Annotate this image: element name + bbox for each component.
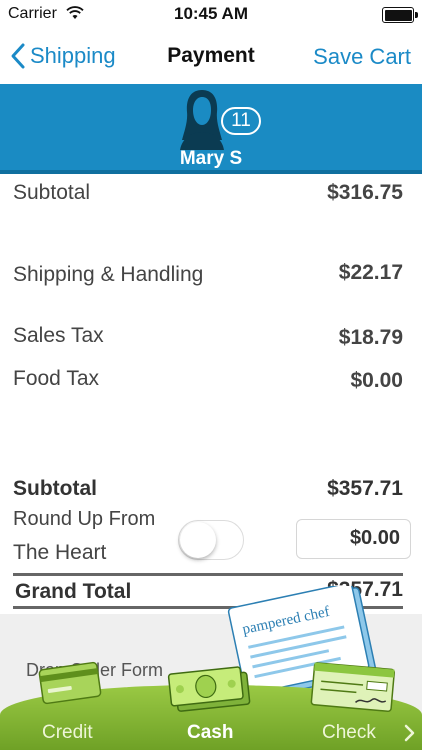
subtotal-2-label: Subtotal: [13, 477, 97, 500]
roundup-amount-field[interactable]: $0.00: [296, 519, 411, 559]
roundup-label-line2: The Heart: [13, 541, 107, 564]
host-name: Mary S: [179, 148, 243, 169]
check-icon[interactable]: [307, 656, 397, 714]
subtotal-value: $316.75: [327, 181, 403, 204]
host-banner[interactable]: 11 Mary S: [0, 84, 422, 174]
sales-tax-value: $18.79: [338, 326, 403, 349]
payment-cash-option[interactable]: Cash: [187, 722, 233, 744]
subtotal-2-value: $357.71: [327, 477, 403, 500]
subtotal-label: Subtotal: [13, 181, 91, 204]
chevron-right-icon[interactable]: [402, 724, 416, 742]
credit-card-icon[interactable]: [37, 660, 103, 706]
clock: 10:45 AM: [173, 4, 248, 23]
carrier-label: Carrier: [8, 5, 57, 22]
food-tax-label: Food Tax: [13, 367, 99, 390]
grand-total-label: Grand Total: [15, 580, 132, 603]
chevron-left-icon: [11, 43, 25, 69]
battery-icon: [382, 7, 418, 23]
back-button-label: Shipping: [30, 43, 116, 68]
host-badge: 11: [221, 107, 261, 135]
shipping-label: Shipping & Handling: [13, 263, 204, 286]
cash-icon[interactable]: [166, 664, 254, 712]
save-cart-button[interactable]: Save Cart: [313, 44, 411, 70]
total-divider-top: [13, 573, 403, 576]
navigation-bar: Shipping Payment Save Cart: [0, 30, 422, 84]
host-avatar-icon: [180, 90, 224, 150]
food-tax-value: $0.00: [350, 369, 403, 392]
payment-credit-option[interactable]: Credit: [42, 722, 93, 744]
shipping-value: $22.17: [338, 261, 403, 284]
toggle-knob: [180, 522, 216, 558]
payment-check-option[interactable]: Check: [322, 722, 376, 744]
back-button[interactable]: Shipping: [8, 40, 116, 72]
roundup-toggle[interactable]: [178, 520, 244, 560]
wifi-icon: [66, 6, 84, 19]
sales-tax-label: Sales Tax: [13, 324, 104, 347]
roundup-label-line1: Round Up From: [13, 508, 156, 530]
status-bar: Carrier 10:45 AM: [0, 0, 422, 30]
